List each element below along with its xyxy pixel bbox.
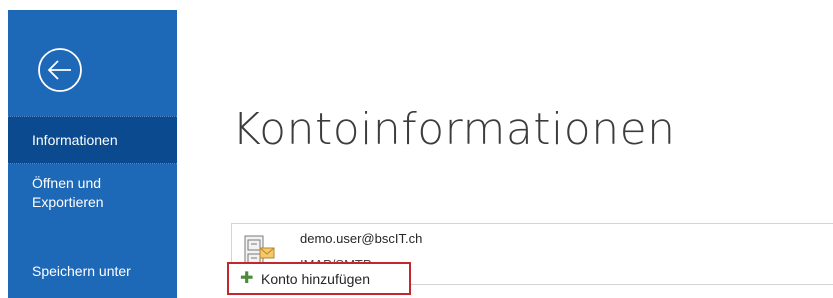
plus-icon: ✚ <box>240 270 254 287</box>
backstage-sidebar: Informationen Öffnen und Exportieren Spe… <box>8 10 177 298</box>
sidebar-item-label-line2: Exportieren <box>32 194 104 210</box>
sidebar-item-informationen[interactable]: Informationen <box>8 116 177 164</box>
sidebar-item-label: Öffnen und <box>32 175 102 191</box>
account-email: demo.user@bscIT.ch <box>300 231 423 246</box>
page-title: Kontoinformationen <box>232 104 676 155</box>
sidebar-item-oeffnen-exportieren[interactable]: Öffnen und Exportieren <box>8 174 177 222</box>
back-arrow-circle-icon <box>38 48 82 92</box>
sidebar-item-label: Informationen <box>32 131 118 148</box>
sidebar-item-speichern-unter[interactable]: Speichern unter <box>8 262 177 286</box>
add-account-label: Konto hinzufügen <box>261 271 370 287</box>
sidebar-item-label: Speichern unter <box>32 263 131 279</box>
back-button[interactable] <box>35 45 85 95</box>
add-account-button[interactable]: ✚ Konto hinzufügen <box>227 262 411 295</box>
